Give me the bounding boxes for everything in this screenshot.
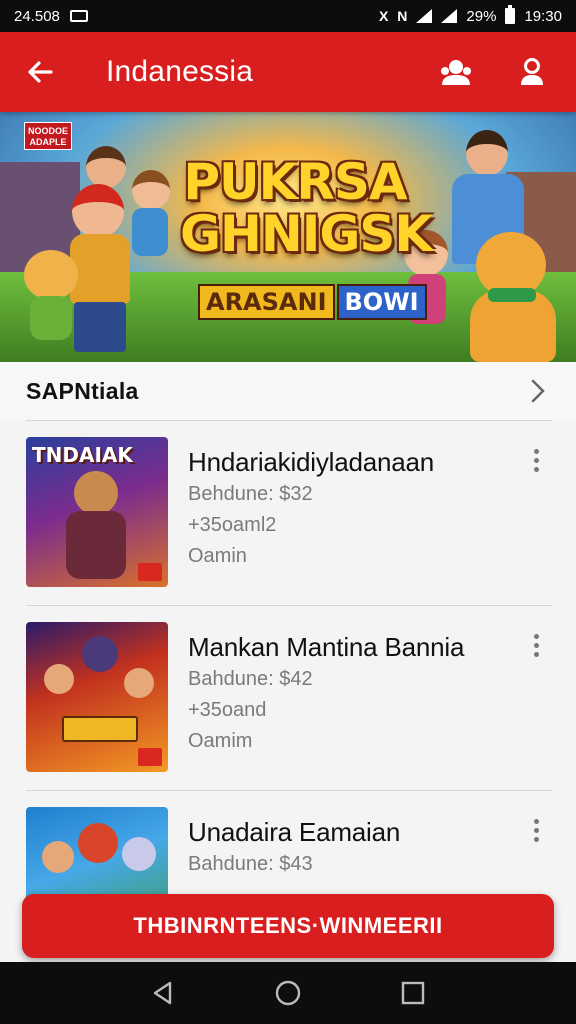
chevron-right-icon bbox=[531, 379, 545, 403]
game-list-item[interactable]: Mankan Mantina Bannia Bahdune: $42 +35oa… bbox=[0, 622, 576, 792]
banner-title-line1: PUKRSA bbox=[183, 153, 407, 211]
more-vert-icon bbox=[533, 634, 539, 639]
group-icon bbox=[441, 60, 471, 85]
nfc-icon: N bbox=[397, 8, 408, 24]
more-vert-dot bbox=[533, 652, 539, 657]
banner-subtitle-right: BOWI bbox=[336, 284, 427, 320]
bear-scarf bbox=[488, 288, 536, 302]
battery-percent: 29% bbox=[466, 7, 497, 25]
divider bbox=[26, 790, 552, 791]
profile-button[interactable] bbox=[514, 54, 550, 90]
thumbnail-badge bbox=[138, 563, 162, 581]
banner-subtitle: ARASANI BOWI bbox=[198, 284, 427, 320]
thumbnail-figure-head-3 bbox=[122, 837, 156, 871]
more-vert-dot bbox=[533, 828, 539, 833]
section-more-button[interactable] bbox=[526, 379, 550, 403]
wifi-icon bbox=[416, 9, 433, 23]
game-title: Unadaira Eamaian bbox=[188, 817, 401, 847]
more-vert-dot bbox=[533, 837, 539, 842]
system-nav-bar bbox=[0, 962, 576, 1024]
game-info: Mankan Mantina Bannia Bahdune: $42 +35oa… bbox=[188, 622, 522, 792]
thumbnail-badge bbox=[138, 748, 162, 766]
promo-banner[interactable]: NOODOE ADAPLE PUKRSA GHNIGSK ARASANI BOW… bbox=[0, 112, 576, 362]
hero-small-body bbox=[132, 208, 168, 256]
battery-icon bbox=[505, 5, 516, 24]
game-thumbnail: TNDAIAK bbox=[26, 437, 168, 587]
cta-button[interactable]: THBINRNTEENS·WINMEERII bbox=[22, 894, 554, 958]
bluetooth-icon: X bbox=[378, 8, 389, 24]
game-title: Hndariakidіyladanaan bbox=[188, 447, 435, 477]
dog-mascot-head bbox=[24, 250, 78, 300]
cell-signal-icon bbox=[441, 9, 458, 23]
profile-icon bbox=[521, 58, 543, 85]
banner-subtitle-left: ARASANI bbox=[198, 284, 335, 320]
game-title: Mankan Mantina Bannia bbox=[188, 632, 465, 662]
thumbnail-figure-head bbox=[82, 636, 118, 672]
hero-redhair-head bbox=[72, 184, 124, 238]
app-bar: Indanessia bbox=[0, 32, 576, 112]
thumbnail-logo bbox=[62, 716, 138, 742]
page-title: Indanessia bbox=[106, 55, 254, 88]
banner-title: PUKRSA GHNIGSK bbox=[180, 153, 433, 263]
thumbnail-hero-head bbox=[74, 471, 118, 515]
game-price: Bahdune: $43 bbox=[188, 853, 313, 875]
banner-title-line2: GHNIGSK bbox=[180, 205, 433, 263]
game-category: Oamin bbox=[188, 545, 247, 567]
dog-mascot-body bbox=[30, 296, 72, 340]
more-vert-dot bbox=[533, 467, 539, 472]
more-vert-icon bbox=[533, 819, 539, 824]
game-thumbnail bbox=[26, 622, 168, 772]
thumbnail-figure-head-3 bbox=[124, 668, 154, 698]
man-head bbox=[466, 130, 508, 176]
more-vert-icon bbox=[533, 449, 539, 454]
item-overflow-menu[interactable] bbox=[522, 622, 550, 662]
hero-small-head bbox=[132, 170, 170, 210]
hero-redhair-legs bbox=[74, 302, 126, 352]
item-overflow-menu[interactable] bbox=[522, 807, 550, 847]
section-title: SAPNtiala bbox=[26, 377, 139, 404]
circle-home-icon bbox=[275, 980, 301, 1006]
thumbnail-label: TNDAIAK bbox=[32, 443, 133, 467]
image-notification-icon bbox=[69, 10, 88, 22]
banner-badge: NOODOE ADAPLE bbox=[24, 122, 72, 150]
divider bbox=[26, 605, 552, 606]
square-recents-icon bbox=[402, 981, 425, 1005]
thumbnail-figure-head-2 bbox=[42, 841, 74, 873]
item-overflow-menu[interactable] bbox=[522, 437, 550, 477]
status-time-right: 19:30 bbox=[524, 7, 562, 25]
arrow-left-icon bbox=[28, 61, 53, 83]
more-vert-dot bbox=[533, 458, 539, 463]
nav-home-button[interactable] bbox=[266, 971, 310, 1015]
game-detail: +35oand bbox=[188, 699, 267, 721]
game-price: Bahdune: $42 bbox=[188, 668, 313, 690]
game-detail: +35oaml2 bbox=[188, 514, 277, 536]
group-button[interactable] bbox=[438, 54, 474, 90]
thumbnail-figure-head-2 bbox=[44, 664, 74, 694]
game-info: Hndariakidіyladanaan Behdune: $32 +35oam… bbox=[188, 437, 522, 607]
status-bar: 24.508 X N 29% 19:30 bbox=[0, 0, 576, 32]
triangle-back-icon bbox=[153, 981, 171, 1005]
game-list-item[interactable]: TNDAIAK Hndariakidіyladanaan Behdune: $3… bbox=[0, 437, 576, 607]
back-button[interactable] bbox=[20, 52, 60, 92]
status-time-left: 24.508 bbox=[14, 7, 60, 25]
nav-back-button[interactable] bbox=[141, 971, 185, 1015]
hero-boy-head bbox=[86, 146, 126, 188]
thumbnail-hero-body bbox=[66, 511, 126, 579]
game-category: Oamim bbox=[188, 730, 253, 752]
hero-redhair-body bbox=[70, 234, 130, 304]
more-vert-dot bbox=[533, 643, 539, 648]
game-price: Behdune: $32 bbox=[188, 483, 313, 505]
divider bbox=[26, 420, 552, 421]
nav-recents-button[interactable] bbox=[391, 971, 435, 1015]
section-header[interactable]: SAPNtiala bbox=[0, 362, 576, 420]
thumbnail-figure-head bbox=[78, 823, 118, 863]
